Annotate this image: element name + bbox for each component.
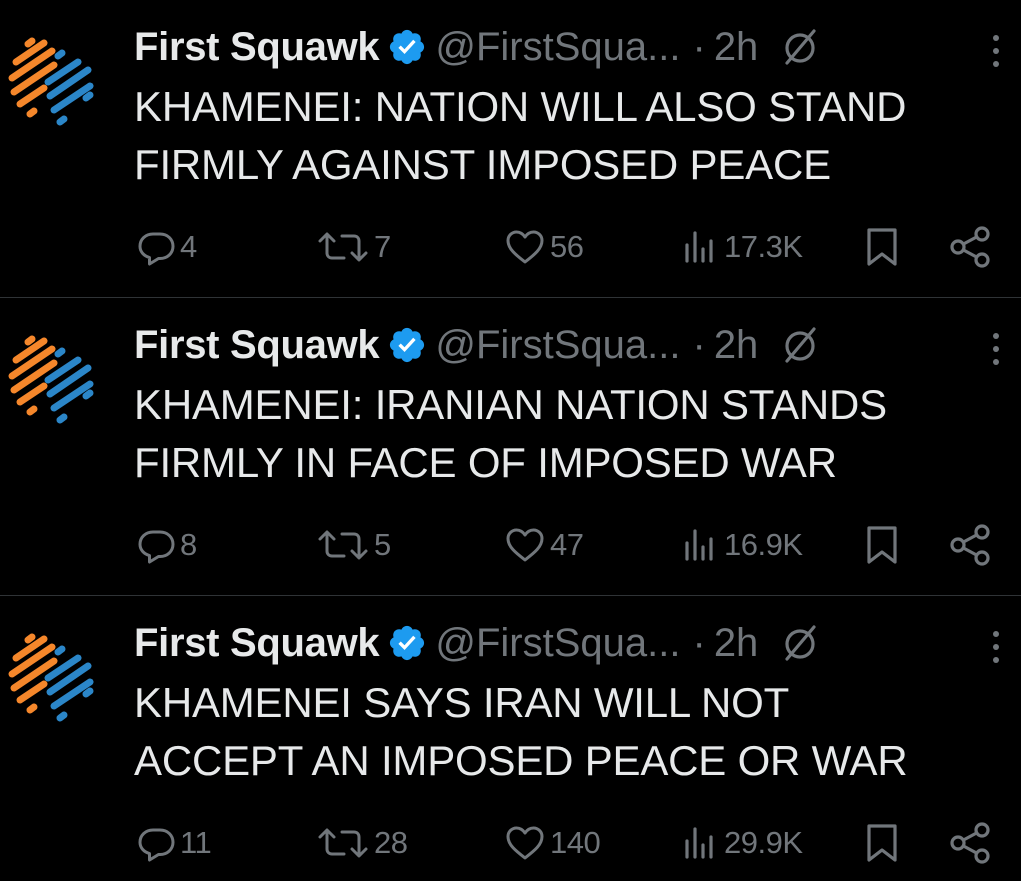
verified-badge-icon[interactable] <box>387 27 427 67</box>
tweet-text-line: ACCEPT AN IMPOSED PEACE OR WAR <box>134 737 908 784</box>
retweet-count: 7 <box>374 229 391 264</box>
reply-icon <box>136 525 176 565</box>
views-button[interactable]: 29.9K <box>680 818 803 868</box>
retweet-count: 5 <box>374 527 391 562</box>
author-name[interactable]: First Squawk <box>134 25 380 70</box>
reply-icon <box>136 227 176 267</box>
share-button[interactable] <box>948 222 994 272</box>
views-count: 29.9K <box>724 825 803 860</box>
share-icon <box>948 821 994 865</box>
verified-badge-icon[interactable] <box>387 325 427 365</box>
tweet[interactable]: First Squawk @FirstSqua... · 2h KHAMENEI… <box>0 0 1021 297</box>
more-vertical-icon[interactable] <box>986 628 1006 666</box>
grok-icon[interactable] <box>780 27 820 67</box>
tweet[interactable]: First Squawk @FirstSqua... · 2h KHAMENEI… <box>0 298 1021 595</box>
heart-icon <box>504 227 546 267</box>
tweet-header: First Squawk @FirstSqua... · 2h <box>134 618 820 668</box>
more-vertical-icon[interactable] <box>986 32 1006 70</box>
heart-icon <box>504 823 546 863</box>
tweet-text-line: FIRMLY IN FACE OF IMPOSED WAR <box>134 439 837 486</box>
author-handle[interactable]: @FirstSqua... <box>435 323 680 368</box>
like-button[interactable]: 140 <box>504 818 601 868</box>
bookmark-button[interactable] <box>862 222 902 272</box>
retweet-icon <box>316 823 370 863</box>
bookmark-icon <box>862 821 902 865</box>
tweet-header: First Squawk @FirstSqua... · 2h <box>134 320 820 370</box>
tweet-text-line: KHAMENEI: NATION WILL ALSO STAND <box>134 83 907 130</box>
tweet-actions: 8 5 47 16.9K <box>0 520 1021 570</box>
tweet-actions: 11 28 140 29.9K <box>0 818 1021 868</box>
bookmark-button[interactable] <box>862 520 902 570</box>
share-button[interactable] <box>948 818 994 868</box>
reply-button[interactable]: 4 <box>136 222 197 272</box>
bookmark-icon <box>862 225 902 269</box>
separator-dot: · <box>692 24 706 69</box>
like-count: 47 <box>550 527 584 562</box>
tweet[interactable]: First Squawk @FirstSqua... · 2h KHAMENEI… <box>0 596 1021 881</box>
author-handle[interactable]: @FirstSqua... <box>435 621 680 666</box>
author-handle[interactable]: @FirstSqua... <box>435 25 680 70</box>
author-name[interactable]: First Squawk <box>134 323 380 368</box>
more-vertical-icon[interactable] <box>986 330 1006 368</box>
separator-dot: · <box>692 620 706 665</box>
like-count: 140 <box>550 825 601 860</box>
retweet-button[interactable]: 28 <box>316 818 408 868</box>
like-count: 56 <box>550 229 584 264</box>
author-name[interactable]: First Squawk <box>134 621 380 666</box>
share-icon <box>948 225 994 269</box>
share-button[interactable] <box>948 520 994 570</box>
first-squawk-logo-icon[interactable] <box>4 328 100 428</box>
reply-icon <box>136 823 176 863</box>
grok-icon[interactable] <box>780 325 820 365</box>
views-count: 16.9K <box>724 527 803 562</box>
views-button[interactable]: 17.3K <box>680 222 803 272</box>
like-button[interactable]: 47 <box>504 520 584 570</box>
reply-count: 4 <box>180 229 197 264</box>
tweet-timestamp[interactable]: 2h <box>714 323 759 368</box>
tweet-text: KHAMENEI: NATION WILL ALSO STAND FIRMLY … <box>134 78 1004 194</box>
tweet-text-line: FIRMLY AGAINST IMPOSED PEACE <box>134 141 831 188</box>
reply-button[interactable]: 11 <box>136 818 212 868</box>
tweet-text-line: KHAMENEI SAYS IRAN WILL NOT <box>134 679 790 726</box>
reply-count: 8 <box>180 527 197 562</box>
tweet-header: First Squawk @FirstSqua... · 2h <box>134 22 820 72</box>
first-squawk-logo-icon[interactable] <box>4 626 100 726</box>
tweet-text-line: KHAMENEI: IRANIAN NATION STANDS <box>134 381 887 428</box>
tweet-actions: 4 7 56 17.3K <box>0 222 1021 272</box>
views-icon <box>680 227 720 267</box>
verified-badge-icon[interactable] <box>387 623 427 663</box>
tweet-feed: First Squawk @FirstSqua... · 2h KHAMENEI… <box>0 0 1021 881</box>
views-button[interactable]: 16.9K <box>680 520 803 570</box>
like-button[interactable]: 56 <box>504 222 584 272</box>
retweet-count: 28 <box>374 825 408 860</box>
views-icon <box>680 823 720 863</box>
retweet-icon <box>316 227 370 267</box>
heart-icon <box>504 525 546 565</box>
grok-icon[interactable] <box>780 623 820 663</box>
share-icon <box>948 523 994 567</box>
retweet-icon <box>316 525 370 565</box>
reply-button[interactable]: 8 <box>136 520 197 570</box>
separator-dot: · <box>692 322 706 367</box>
tweet-text: KHAMENEI: IRANIAN NATION STANDS FIRMLY I… <box>134 376 1004 492</box>
bookmark-button[interactable] <box>862 818 902 868</box>
retweet-button[interactable]: 5 <box>316 520 391 570</box>
first-squawk-logo-icon[interactable] <box>4 30 100 130</box>
tweet-timestamp[interactable]: 2h <box>714 25 759 70</box>
tweet-timestamp[interactable]: 2h <box>714 621 759 666</box>
views-count: 17.3K <box>724 229 803 264</box>
tweet-text: KHAMENEI SAYS IRAN WILL NOT ACCEPT AN IM… <box>134 674 1004 790</box>
views-icon <box>680 525 720 565</box>
reply-count: 11 <box>180 825 212 860</box>
bookmark-icon <box>862 523 902 567</box>
retweet-button[interactable]: 7 <box>316 222 391 272</box>
